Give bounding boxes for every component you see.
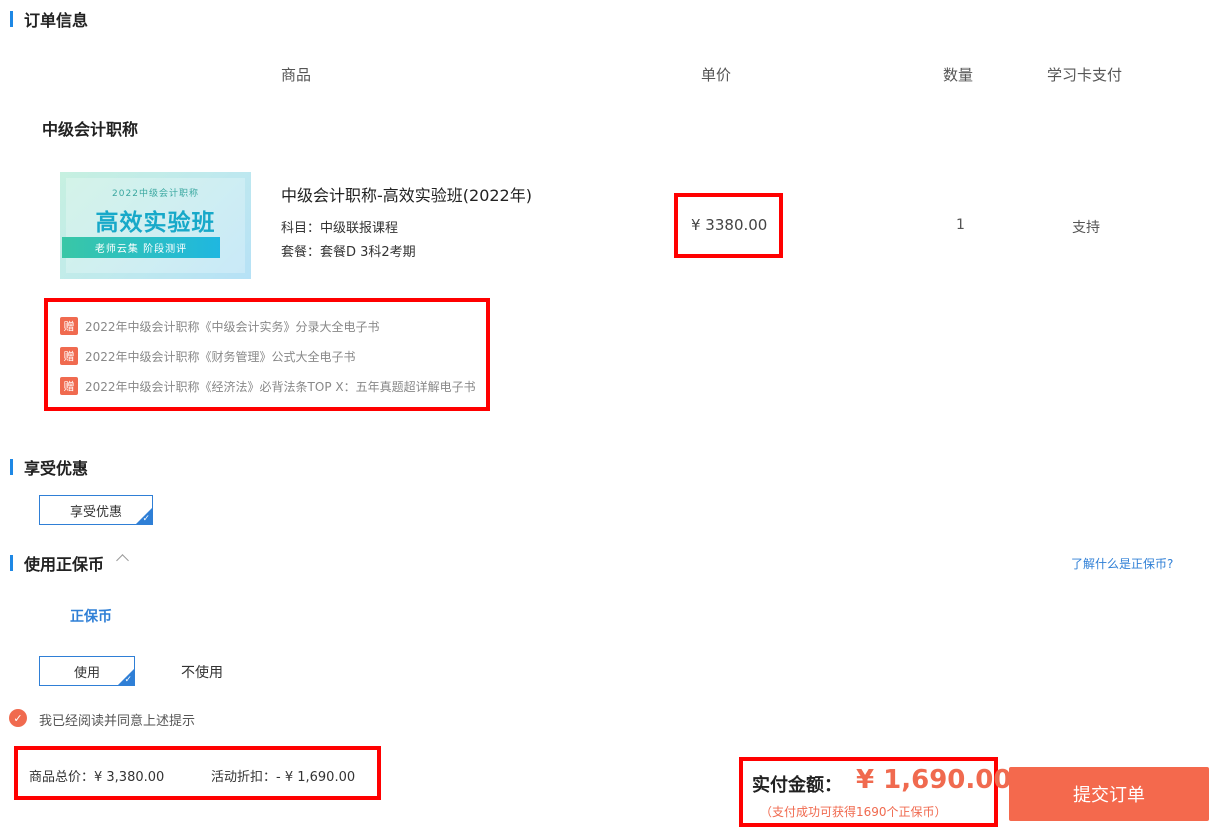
- thumbnail-small-text: 2022中级会计职称: [112, 189, 199, 199]
- learn-coins-link[interactable]: 了解什么是正保币?: [1071, 555, 1173, 572]
- section-title-text: 订单信息: [24, 11, 89, 30]
- payment-note: （支付成功可获得1690个正保币）: [760, 805, 947, 819]
- thumbnail-big-text: 高效实验班: [95, 210, 216, 236]
- section-discounts: 享受优惠: [10, 457, 89, 478]
- use-coins-label: 使用: [73, 665, 100, 681]
- gift-badge-icon: 赠: [60, 347, 78, 365]
- no-use-coins-option[interactable]: 不使用: [181, 662, 223, 682]
- section-bar: [10, 11, 13, 27]
- thumbnail-strip-text: 老师云集 阶段测评: [62, 237, 220, 258]
- discount-option-label: 享受优惠: [69, 504, 122, 520]
- col-header-product: 商品: [281, 66, 312, 84]
- section-title-text: 使用正保币: [24, 555, 105, 574]
- product-quantity: 1: [956, 217, 965, 233]
- product-price: ¥ 3380.00: [691, 216, 768, 234]
- gift-item: 赠 2022年中级会计职称《中级会计实务》分录大全电子书: [60, 316, 380, 336]
- gift-item-text: 2022年中级会计职称《中级会计实务》分录大全电子书: [85, 319, 380, 334]
- product-subject: 科目：中级联报课程: [281, 221, 399, 236]
- gift-item-text: 2022年中级会计职称《财务管理》公式大全电子书: [85, 349, 356, 364]
- product-package: 套餐：套餐D 3科2考期: [281, 245, 416, 260]
- product-group-name: 中级会计职称: [42, 120, 139, 139]
- section-coins: 使用正保币: [10, 553, 105, 574]
- check-icon: ✓: [124, 675, 132, 685]
- card-pay-support: 支持: [1072, 220, 1100, 236]
- use-coins-button[interactable]: 使用 ✓: [39, 656, 135, 686]
- section-title-text: 享受优惠: [24, 459, 89, 478]
- summary-total: 商品总价：¥ 3,380.00: [29, 770, 165, 785]
- gift-item: 赠 2022年中级会计职称《经济法》必背法条TOP X：五年真题超详解电子书: [60, 376, 476, 396]
- gift-badge-icon: 赠: [60, 377, 78, 395]
- check-icon: ✓: [142, 514, 150, 524]
- discount-option-button[interactable]: 享受优惠 ✓: [39, 495, 153, 525]
- gift-item-text: 2022年中级会计职称《经济法》必背法条TOP X：五年真题超详解电子书: [85, 379, 476, 394]
- summary-discount: 活动折扣：- ¥ 1,690.00: [211, 770, 356, 785]
- col-header-card-pay: 学习卡支付: [1047, 66, 1123, 84]
- chevron-up-icon[interactable]: [116, 554, 129, 567]
- gift-badge-icon: 赠: [60, 317, 78, 335]
- coins-label: 正保币: [70, 609, 112, 625]
- col-header-unit-price: 单价: [701, 66, 732, 84]
- gift-item: 赠 2022年中级会计职称《财务管理》公式大全电子书: [60, 346, 356, 366]
- col-header-quantity: 数量: [943, 66, 974, 84]
- agree-check-icon[interactable]: ✓: [9, 709, 27, 727]
- section-order-info: 订单信息: [10, 9, 89, 30]
- product-title[interactable]: 中级会计职称-高效实验班(2022年): [281, 182, 532, 206]
- submit-order-button[interactable]: 提交订单: [1009, 767, 1209, 821]
- payment-amount: ¥ 1,690.00: [856, 765, 1012, 795]
- payment-label: 实付金额：: [752, 775, 842, 796]
- agreement-text[interactable]: 我已经阅读并同意上述提示: [39, 710, 195, 729]
- section-bar: [10, 555, 13, 571]
- section-bar: [10, 459, 13, 475]
- product-thumbnail[interactable]: 2022中级会计职称 高效实验班 老师云集 阶段测评: [60, 172, 251, 279]
